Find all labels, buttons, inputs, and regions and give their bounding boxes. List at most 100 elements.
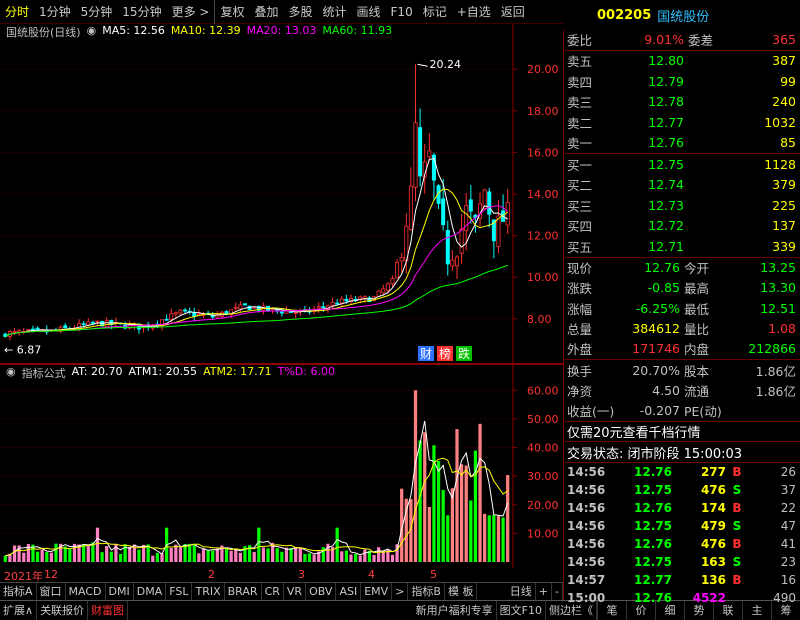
high-price-label: 20.24: [430, 58, 462, 71]
indicator-tab[interactable]: 模 板: [445, 583, 478, 600]
indicator-tab[interactable]: DMA: [134, 583, 167, 600]
settings-icon[interactable]: ◉: [87, 24, 97, 40]
book-price: 12.75: [648, 156, 684, 172]
f10-button[interactable]: 图文F10: [497, 601, 546, 620]
indicator-tab[interactable]: -: [552, 583, 563, 600]
ask-row[interactable]: 卖一 12.76 85: [564, 133, 800, 154]
indicator-bar: [335, 527, 339, 562]
toolbar-item[interactable]: 多股: [283, 0, 317, 24]
indicator-tab[interactable]: 指标A: [0, 583, 37, 600]
toolbar-item[interactable]: 1分钟: [34, 0, 76, 24]
indicator-bar: [496, 515, 501, 562]
toolbar-item[interactable]: 复权: [214, 0, 249, 24]
new-user-promo-link[interactable]: 新用户福利专享: [413, 601, 497, 620]
tick-time: 14:56: [567, 536, 606, 551]
candle-body: [35, 327, 40, 330]
date-tick: 5: [430, 568, 437, 581]
indicator-bar: [436, 460, 441, 562]
stat-row: 外盘 171746 内盘 212866: [564, 339, 800, 359]
stat-label: 流通: [684, 383, 710, 399]
toolbar-item[interactable]: 统计: [318, 0, 352, 24]
indicator-tab[interactable]: >: [392, 583, 409, 600]
kline-svg[interactable]: 20.00 18.00 16.00 14.00 12.00 10.00 8.00 20.24 ←…: [0, 24, 563, 364]
indicator-tab[interactable]: TRIX: [192, 583, 225, 600]
indicator-menu-icon[interactable]: ◉: [6, 365, 16, 381]
tick-row: 14:56 12.76 277 B 26: [564, 463, 800, 481]
candle-body: [487, 191, 492, 215]
candle-body: [233, 306, 238, 309]
indicator-tab[interactable]: BRAR: [225, 583, 262, 600]
toolbar-item[interactable]: 画线: [352, 0, 386, 24]
indicator-bar: [45, 552, 49, 562]
kline-chart[interactable]: 20.00 18.00 16.00 14.00 12.00 10.00 8.00 20.24 ←…: [0, 24, 563, 364]
indicator-tab[interactable]: EMV: [361, 583, 393, 600]
stat-value: 13.25: [760, 260, 796, 276]
tick-volume: 136: [700, 572, 726, 587]
date-tick: 3: [298, 568, 305, 581]
toolbar-item[interactable]: 返回: [496, 0, 530, 24]
tick-volume: 476: [700, 482, 726, 497]
book-label: 卖五: [567, 54, 593, 70]
indicator-tab[interactable]: VR: [284, 583, 307, 600]
promo-link[interactable]: 仅需20元查看千档行情: [564, 420, 800, 442]
indicator-bar: [137, 549, 141, 562]
order-ratio-value: 9.01%: [644, 32, 684, 48]
toolbar-item[interactable]: 5分钟: [76, 0, 118, 24]
indicator-bar: [372, 554, 376, 562]
indicator-tab[interactable]: 指标B: [408, 583, 445, 600]
stat-label: 内盘: [684, 342, 710, 358]
tick-side: S: [732, 518, 742, 533]
bid-row[interactable]: 买四 12.72 137: [564, 216, 800, 237]
candle-body: [178, 309, 183, 314]
y-tick-label: 8.00: [527, 313, 552, 326]
expand-button[interactable]: 扩展∧: [0, 601, 38, 620]
indicator-bar: [294, 547, 298, 562]
bid-row[interactable]: 买二 12.74 379: [564, 175, 800, 196]
candle-body: [335, 302, 340, 305]
indicator-bar: [280, 551, 284, 562]
related-quote-button[interactable]: 关联报价: [37, 601, 89, 620]
toolbar-item[interactable]: +自选: [452, 0, 496, 24]
toolbar-item[interactable]: F10: [386, 0, 418, 24]
stat-label: PE(动): [684, 404, 722, 420]
order-diff-label: 委差: [688, 33, 714, 49]
indicator-tab[interactable]: FSL: [166, 583, 193, 600]
tick-time: 14:56: [567, 482, 606, 497]
ask-row[interactable]: 卖三 12.78 240: [564, 92, 800, 113]
ask-row[interactable]: 卖四 12.79 99: [564, 71, 800, 92]
indicator-tab[interactable]: +: [536, 583, 553, 600]
tick-price: 12.76: [634, 536, 672, 551]
low-price-label: ← 6.87: [4, 344, 41, 357]
toolbar-item[interactable]: 分时: [0, 0, 34, 24]
period-toolbar: 分时 1分钟 5分钟 15分钟 更多 > 复权 叠加 多股 统计 画线 F10 标记 +自选 返回: [0, 0, 563, 24]
candle-body: [399, 256, 404, 262]
stock-name[interactable]: 国统股份: [657, 6, 709, 25]
indicator-tab[interactable]: DMI: [106, 583, 134, 600]
ask-row[interactable]: 卖二 12.77 1032: [564, 112, 800, 133]
bid-row[interactable]: 买一 12.75 1128: [564, 154, 800, 175]
ask-row[interactable]: 卖五 12.80 387: [564, 51, 800, 72]
stats-block-2: 换手 20.70% 股本 1.86亿 净资 4.50 流通 1.86亿 收益(一) -0.207 P…: [564, 358, 800, 421]
bid-row[interactable]: 买三 12.73 225: [564, 195, 800, 216]
stat-value: 1.86亿: [755, 363, 796, 379]
book-label: 买一: [567, 157, 593, 173]
toolbar-item[interactable]: 标记: [418, 0, 452, 24]
indicator-bar: [307, 553, 312, 562]
candle-body: [381, 288, 386, 293]
indicator-svg[interactable]: 60.00 50.00 40.00 30.00 20.00 10.00: [0, 364, 563, 568]
bid-row[interactable]: 买五 12.71 339: [564, 236, 800, 257]
indicator-tab[interactable]: OBV: [306, 583, 337, 600]
toolbar-item[interactable]: 更多 >: [167, 0, 215, 24]
tick-list[interactable]: 14:56 12.76 277 B 26 14:56 12.75 476 S 37 14:56 12.…: [564, 461, 800, 607]
indicator-tab[interactable]: 窗口: [37, 583, 66, 600]
toolbar-item[interactable]: 15分钟: [117, 0, 166, 24]
indicator-tab[interactable]: 日线: [507, 583, 536, 600]
tick-time: 14:57: [567, 572, 606, 587]
indicator-bar: [478, 423, 482, 562]
indicator-tab[interactable]: CR: [262, 583, 284, 600]
indicator-chart[interactable]: 60.00 50.00 40.00 30.00 20.00 10.00 ◉ 指标公式 AT…: [0, 364, 563, 568]
toolbar-item[interactable]: 叠加: [249, 0, 283, 24]
indicator-tab[interactable]: ASI: [336, 583, 362, 600]
wealth-chart-button[interactable]: 财富图: [88, 601, 129, 620]
indicator-tab[interactable]: MACD: [66, 583, 106, 600]
